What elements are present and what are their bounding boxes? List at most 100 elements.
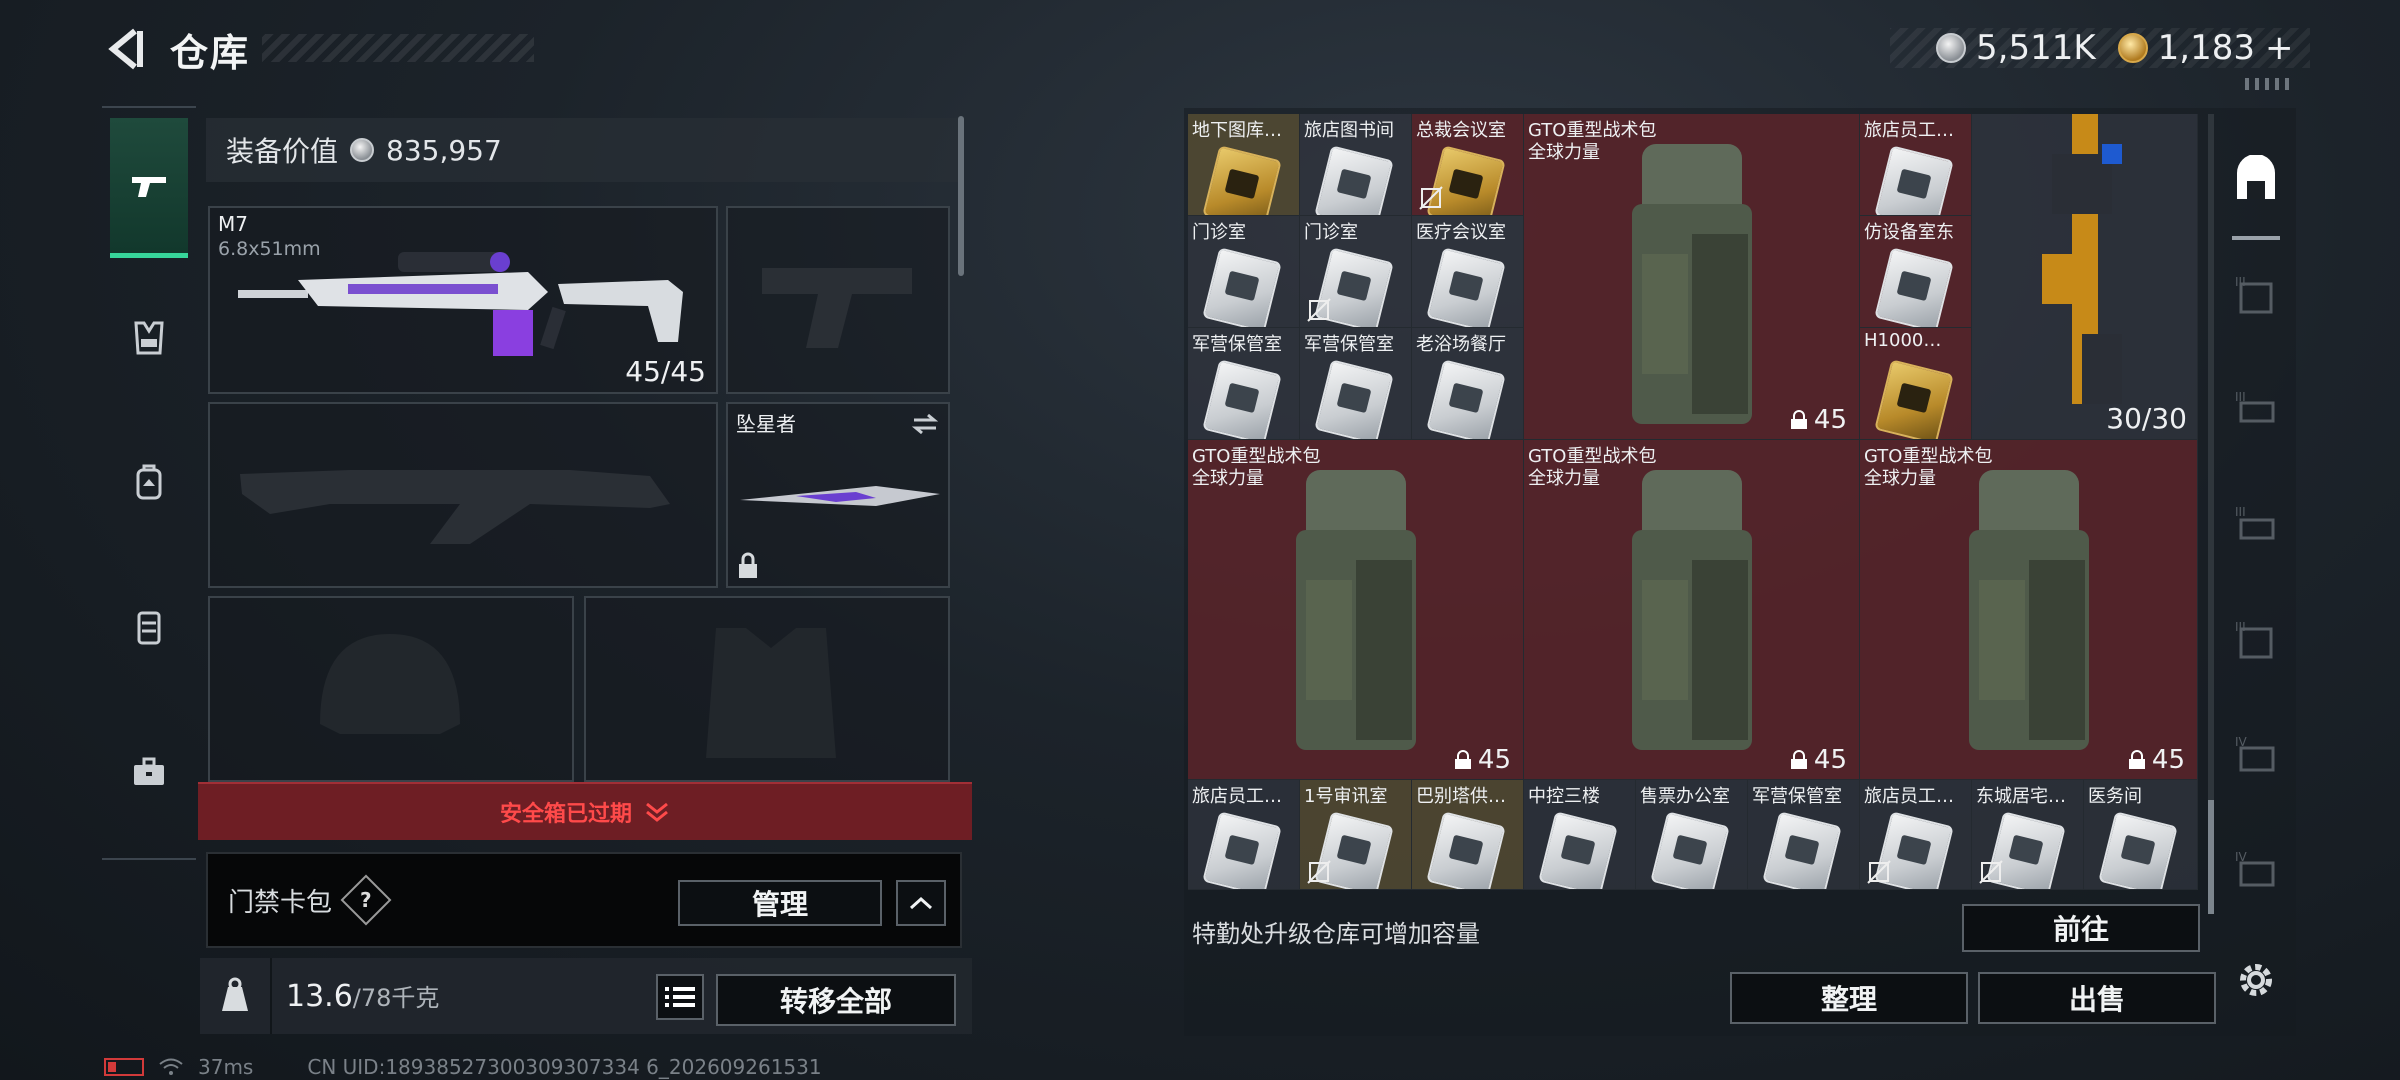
grid-item[interactable]: 门诊室 [1188,216,1300,328]
expand-button[interactable] [896,880,946,926]
silver-currency: 5,511K [1936,28,2096,68]
tab-weapons[interactable] [110,118,188,258]
primary-weapon-slot[interactable]: M7 6.8x51mm 45/45 [208,206,718,394]
item-label: 1号审讯室 [1304,786,1388,807]
knife-icon [740,486,940,506]
tab-chest-rig[interactable] [110,268,188,408]
gold-amount: 1,183 [2157,28,2255,68]
storage-tab-main[interactable] [2224,130,2288,230]
grid-item[interactable]: 巴别塔供… [1412,780,1524,890]
back-button[interactable] [100,24,150,74]
lock-icon [739,552,757,578]
grid-item[interactable]: 医疗会议室 [1412,216,1524,328]
backpack-item[interactable]: GTO重型战术包 全球力量 45 [1860,440,2198,780]
grid-item[interactable]: 1号审讯室 [1300,780,1412,890]
item-label: 旅店员工… [1192,786,1282,807]
weight-text: 13.6/78千克 [286,978,439,1014]
backpack-icon [1631,470,1752,750]
storage-tab-3[interactable]: III [2224,475,2288,575]
silver-coin-icon [350,138,375,162]
grid-item[interactable]: 东城居宅… [1972,780,2084,890]
grid-scrollbar-thumb[interactable] [2208,800,2214,914]
transfer-all-button[interactable]: 转移全部 [716,974,956,1026]
warehouse-grid[interactable]: 地下图库… 旅店图书间 总裁会议室 GTO重型战术包 全球力量 45 旅店员工… [1188,114,2202,890]
silver-amount: 5,511K [1976,28,2096,68]
grid-item[interactable]: 旅店图书间 [1300,114,1412,216]
grid-item[interactable]: 门诊室 [1300,216,1412,328]
sell-button[interactable]: 出售 [1978,972,2216,1024]
grid-item[interactable]: 总裁会议室 [1412,114,1524,216]
safe-box-expired-banner[interactable]: 安全箱已过期 [198,782,972,840]
left-scrollbar[interactable] [958,116,964,276]
list-view-button[interactable] [656,974,704,1020]
settings-button[interactable] [2224,930,2288,1030]
grid-item[interactable]: 售票办公室 [1636,780,1748,890]
storage-rail: III III III III IV IV [2224,110,2288,996]
grid-item[interactable]: 军营保管室 [1748,780,1860,890]
grid-item[interactable]: 军营保管室 [1188,328,1300,440]
help-icon: ? [360,887,372,912]
weight-max: /78千克 [352,984,440,1012]
lock-icon [1454,750,1471,769]
grid-item[interactable]: 旅店员工… [1188,780,1300,890]
backpack-icon [136,464,162,500]
grid-item[interactable]: 仿设备室东 [1860,216,1972,328]
tab-case[interactable] [110,703,188,843]
keycard-icon [1426,359,1506,439]
equip-value: 835,957 [386,133,502,167]
chevron-double-down-icon [646,802,668,822]
sort-button[interactable]: 整理 [1730,972,1968,1024]
storage-tab-5[interactable]: IV [2224,705,2288,805]
keycard-icon [1650,811,1730,889]
grid-item[interactable]: 旅店员工… [1860,780,1972,890]
secondary-weapon-slot[interactable] [726,206,950,394]
backpack-item[interactable]: GTO重型战术包 全球力量 45 [1524,440,1860,780]
storage-tab-4[interactable]: III [2224,590,2288,690]
grid-item[interactable]: 中控三楼 [1524,780,1636,890]
help-button[interactable]: ? [340,874,392,926]
keycard-icon [1202,359,1282,439]
safe-box-status: 安全箱已过期 [499,802,632,827]
tab-backpack[interactable] [110,413,188,553]
item-sublabel: 全球力量 [1192,468,1264,489]
item-count: 45 [1790,405,1847,435]
melee-slot[interactable]: 坠星者 [726,402,950,588]
keycard-icon [2098,811,2178,889]
weight-icon-box [200,958,272,1034]
storage-tab-6[interactable]: IV [2224,820,2288,920]
item-label: 东城居宅… [1976,786,2066,807]
grid-item[interactable]: 军营保管室 [1300,328,1412,440]
backpack-item[interactable]: GTO重型战术包 全球力量 45 [1188,440,1524,780]
tab-armor[interactable] [110,558,188,698]
backpack-item[interactable]: GTO重型战术包 全球力量 45 [1524,114,1860,440]
chevron-up-icon [909,896,933,910]
grid-scrollbar-track[interactable] [2208,114,2214,914]
armor-slot[interactable] [584,596,950,782]
title-decoration [262,34,534,62]
storage-tab-1[interactable]: III [2224,245,2288,345]
add-currency-button[interactable]: + [2265,28,2294,68]
signal-dots-icon [2245,78,2295,94]
secondary-rifle-slot[interactable] [208,402,718,588]
keycard-icon [1874,359,1954,439]
item-label: 巴别塔供… [1416,786,1506,807]
weight-bag-icon [222,977,248,1011]
manage-button[interactable]: 管理 [678,880,882,926]
swap-arrows-icon[interactable] [910,412,940,436]
grid-item[interactable]: H1000… [1860,328,1972,440]
ammo-count: 45/45 [625,355,706,388]
goto-button[interactable]: 前往 [1962,904,2200,952]
battery-icon [104,1058,144,1076]
storage-tab-2[interactable]: III [2224,360,2288,460]
grid-item[interactable]: 老浴场餐厅 [1412,328,1524,440]
gold-currency[interactable]: 1,183 + [2117,28,2294,68]
grid-item[interactable]: 旅店员工… [1860,114,1972,216]
list-icon [665,987,695,1007]
rifle-item[interactable]: 30/30 [1972,114,2198,440]
grid-item[interactable]: 地下图库… [1188,114,1300,216]
helmet-slot[interactable] [208,596,574,782]
container-tier-icon: III [2235,620,2273,659]
no-use-icon [1867,860,1891,884]
melee-name: 坠星者 [736,412,796,436]
grid-item[interactable]: 医务间 [2084,780,2198,890]
